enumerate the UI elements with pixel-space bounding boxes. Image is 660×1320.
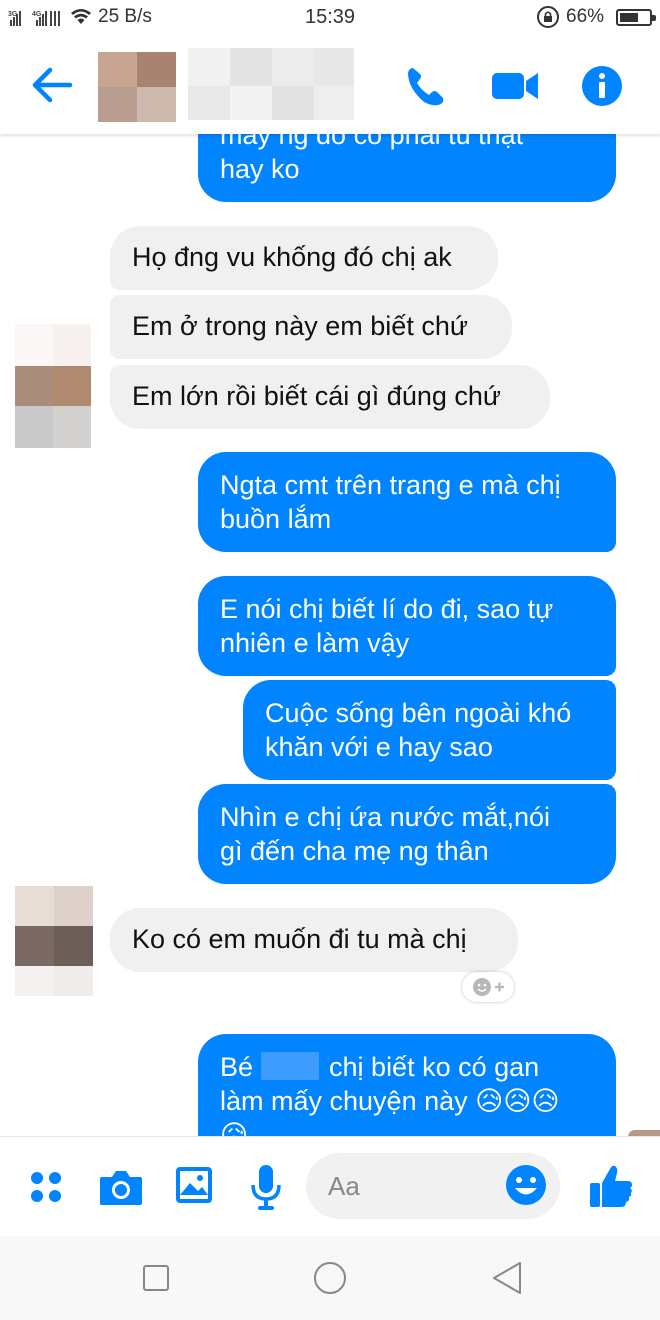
sender-avatar[interactable] (15, 324, 91, 448)
message-outgoing[interactable]: mày ng đó có phải tù thật hay ko (198, 134, 616, 202)
message-composer: Aa (0, 1136, 660, 1236)
message-line: Bé chị biết ko có gan (220, 1050, 594, 1084)
message-outgoing[interactable]: Nhìn e chị ứa nước mắt,nói gì đến cha mẹ… (198, 784, 616, 884)
message-text: chị biết ko có gan (329, 1052, 540, 1082)
add-reaction-button[interactable] (462, 972, 514, 1002)
status-bar: 3G 4G 25 B/s 15:39 66% (0, 0, 660, 36)
message-line: khăn với e hay sao (265, 732, 493, 762)
smiley-icon[interactable] (504, 1163, 548, 1207)
message-outgoing[interactable]: Cuộc sống bên ngoài khó khăn với e hay s… (243, 680, 616, 780)
message-line: 😥 (220, 1120, 249, 1136)
info-icon[interactable] (580, 64, 624, 108)
message-line: làm mấy chuyện này 😥😥😥 (220, 1086, 560, 1116)
triangle-back-icon[interactable] (490, 1260, 524, 1296)
message-incoming[interactable]: Em lớn rồi biết cái gì đúng chứ (110, 365, 550, 429)
microphone-icon[interactable] (248, 1163, 284, 1211)
square-icon[interactable] (142, 1264, 170, 1292)
thumbs-up-icon[interactable] (588, 1163, 634, 1209)
message-line: Em lớn rồi biết cái gì đúng chứ (132, 381, 501, 411)
contact-name-redacted[interactable] (188, 48, 354, 120)
message-line: E nói chị biết lí do đi, sao tự (220, 594, 554, 624)
message-incoming[interactable]: Họ đng vu khống đó chị ak (110, 226, 498, 290)
message-line: Cuộc sống bên ngoài khó (265, 698, 572, 728)
message-line: gì đến cha mẹ ng thân (220, 836, 489, 866)
apps-grid-icon[interactable] (28, 1169, 64, 1205)
message-outgoing[interactable]: E nói chị biết lí do đi, sao tự nhiên e … (198, 576, 616, 676)
message-list[interactable]: mày ng đó có phải tù thật hay ko Họ đng … (0, 134, 660, 1136)
phone-icon[interactable] (404, 64, 448, 108)
battery-percent: 66% (566, 6, 605, 27)
system-navigation-bar (0, 1236, 660, 1320)
message-line: Em ở trong này em biết chứ (132, 311, 468, 341)
message-line: Ko có em muốn đi tu mà chị (132, 924, 467, 954)
message-outgoing[interactable]: Ngta cmt trên trang e mà chị buồn lắm (198, 452, 616, 552)
rotation-lock-icon (537, 6, 559, 28)
camera-icon[interactable] (98, 1167, 144, 1207)
message-incoming[interactable]: Ko có em muốn đi tu mà chị (110, 908, 518, 972)
image-icon[interactable] (174, 1165, 214, 1205)
battery-fill (620, 13, 639, 22)
message-input-placeholder: Aa (328, 1171, 360, 1201)
sender-avatar[interactable] (15, 886, 93, 996)
message-line: Ngta cmt trên trang e mà chị (220, 470, 561, 500)
message-incoming[interactable]: Em ở trong này em biết chứ (110, 295, 512, 359)
message-outgoing[interactable]: Bé chị biết ko có gan làm mấy chuyện này … (198, 1034, 616, 1136)
clock: 15:39 (304, 6, 356, 28)
message-line: Nhìn e chị ứa nước mắt,nói (220, 802, 550, 832)
circle-icon[interactable] (312, 1260, 348, 1296)
message-line: nhiên e làm vậy (220, 628, 410, 658)
contact-avatar[interactable] (98, 52, 176, 122)
message-line: hay ko (220, 154, 300, 184)
message-line: Họ đng vu khống đó chị ak (132, 242, 452, 272)
message-line: mày ng đó có phải tù thật (220, 134, 524, 150)
video-camera-icon[interactable] (490, 66, 540, 106)
conversation-header (0, 36, 660, 134)
add-reaction-icon (473, 978, 504, 996)
message-line: buồn lắm (220, 504, 332, 534)
redacted-name (261, 1052, 320, 1080)
battery-icon (616, 9, 656, 26)
back-arrow-icon[interactable] (28, 64, 74, 106)
message-text: Bé (220, 1052, 254, 1082)
